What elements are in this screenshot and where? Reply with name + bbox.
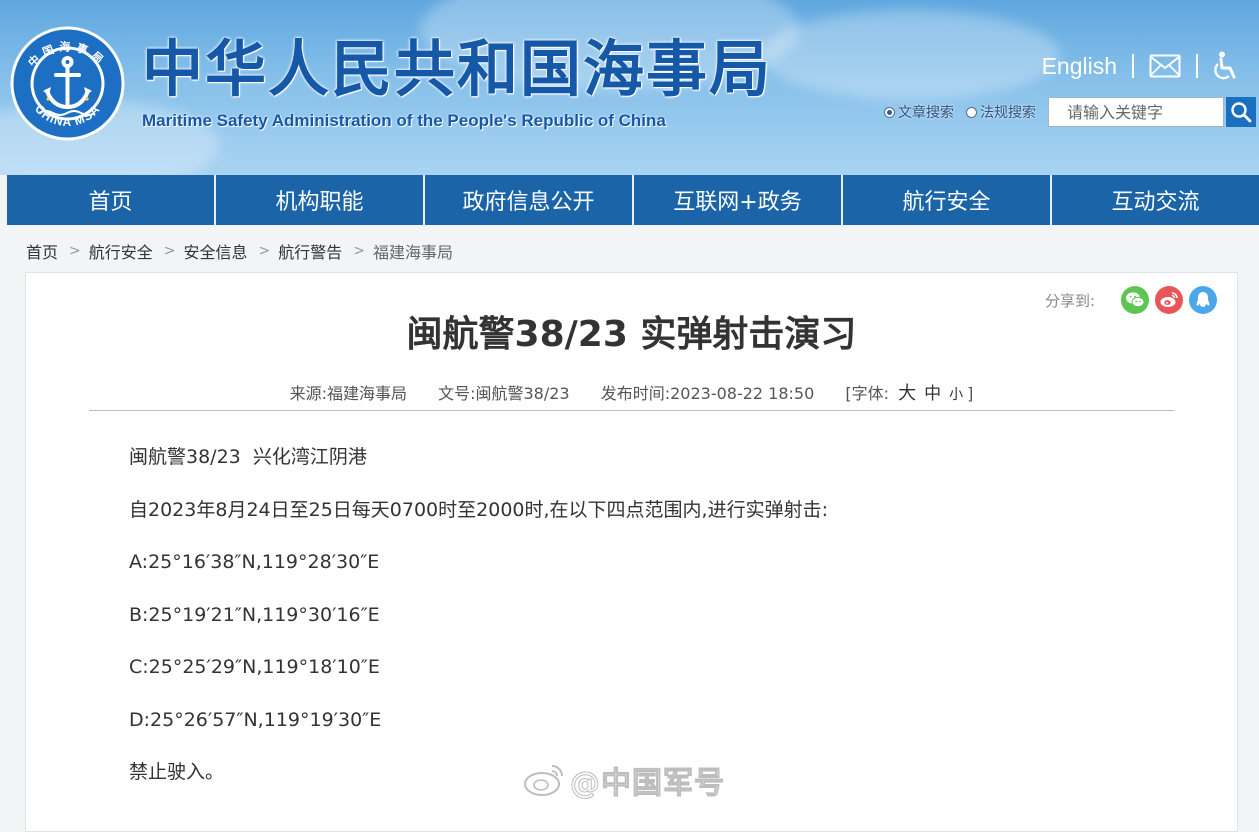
article-paragraph: 闽航警38/23 兴化湾江阴港 [129,446,367,468]
breadcrumb-nav-warning[interactable]: 航行警告 [278,239,342,263]
search-button[interactable] [1226,97,1256,127]
nav-item-gov-info[interactable]: 政府信息公开 [425,175,634,225]
site-title-en: Maritime Safety Administration of the Pe… [142,111,666,130]
search-option-regulation[interactable]: 法规搜索 [966,102,1036,122]
nav-item-internet-gov[interactable]: 互联网+政务 [634,175,843,225]
nav-item-interaction[interactable]: 互动交流 [1052,175,1259,225]
article-paragraph: 自2023年8月24日至25日每天0700时至2000时,在以下四点范围内,进行… [129,498,828,521]
nav-item-navigation-safety[interactable]: 航行安全 [843,175,1052,225]
breadcrumb-separator: > [258,243,271,259]
font-size-large[interactable]: 大 [898,383,916,404]
top-links: English [1042,48,1237,84]
main-nav: 首页 机构职能 政府信息公开 互联网+政务 航行安全 互动交流 [7,175,1259,225]
msa-logo[interactable]: 中国海事局 CHINA MSA [9,25,126,142]
breadcrumb-home[interactable]: 首页 [26,239,58,263]
article-publish-time: 发布时间:2023-08-22 18:50 [600,384,815,403]
english-link[interactable]: English [1042,53,1117,80]
article-source: 来源:福建海事局 [289,384,408,403]
title-divider [89,410,1174,411]
article-panel: 分享到: 闽航警38/23 实弹射击演习 来源:福建海事局 文号:闽航警38/2… [25,272,1238,832]
breadcrumb-separator: > [69,243,81,259]
article-paragraph: C:25°25′29″N,119°18′10″E [129,656,380,678]
radio-regulation[interactable] [966,106,977,118]
site-title-cn: 中华人民共和国海事局 [142,34,773,105]
font-size-medium[interactable]: 中 [924,384,941,404]
font-size-bracket: ] [967,384,974,403]
search-option-article[interactable]: 文章搜索 [884,102,954,122]
article-meta: 来源:福建海事局 文号:闽航警38/23 发布时间:2023-08-22 18:… [26,379,1237,405]
breadcrumb-navigation-safety[interactable]: 航行安全 [89,239,153,263]
breadcrumb-current: 福建海事局 [373,243,454,262]
search-option-article-label: 文章搜索 [898,105,954,121]
article-body: 闽航警38/23 兴化湾江阴港 自2023年8月24日至25日每天0700时至2… [129,441,1149,809]
article-paragraph: D:25°26′57″N,119°19′30″E [129,708,382,731]
watermark-text: @中国军号 [570,766,725,802]
nav-item-home[interactable]: 首页 [7,175,216,225]
article-paragraph: B:25°19′21″N,119°30′16″E [129,603,380,626]
article-paragraph: A:25°16′38″N,119°28′30″E [129,551,380,573]
watermark: @中国军号 [522,758,725,802]
search-input[interactable] [1048,97,1224,127]
link-divider [1196,54,1198,78]
breadcrumb-separator: > [163,243,176,259]
radio-article[interactable] [884,106,895,118]
font-size-label: [字体: [845,384,890,403]
accessibility-icon[interactable] [1213,51,1237,81]
breadcrumb-separator: > [353,243,365,259]
breadcrumb-safety-info[interactable]: 安全信息 [184,239,248,263]
search-bar: 文章搜索 法规搜索 [884,96,1256,128]
search-option-regulation-label: 法规搜索 [980,105,1036,121]
weibo-watermark-icon [524,765,563,796]
article-title: 闽航警38/23 实弹射击演习 [406,314,857,355]
search-icon [1231,102,1252,123]
breadcrumb: 首页 > 航行安全 > 安全信息 > 航行警告 > 福建海事局 [26,237,453,265]
font-size-control: [字体: 大中小] [845,383,974,404]
mail-icon[interactable] [1149,54,1181,78]
header-cloud [760,10,1060,100]
font-size-small[interactable]: 小 [949,387,963,403]
article-doc-number: 文号:闽航警38/23 [438,384,570,403]
nav-item-functions[interactable]: 机构职能 [216,175,425,225]
link-divider [1132,54,1134,78]
site-header: 中国海事局 CHINA MSA 中华人民共和国海事局 Maritime Safe… [0,0,1259,175]
